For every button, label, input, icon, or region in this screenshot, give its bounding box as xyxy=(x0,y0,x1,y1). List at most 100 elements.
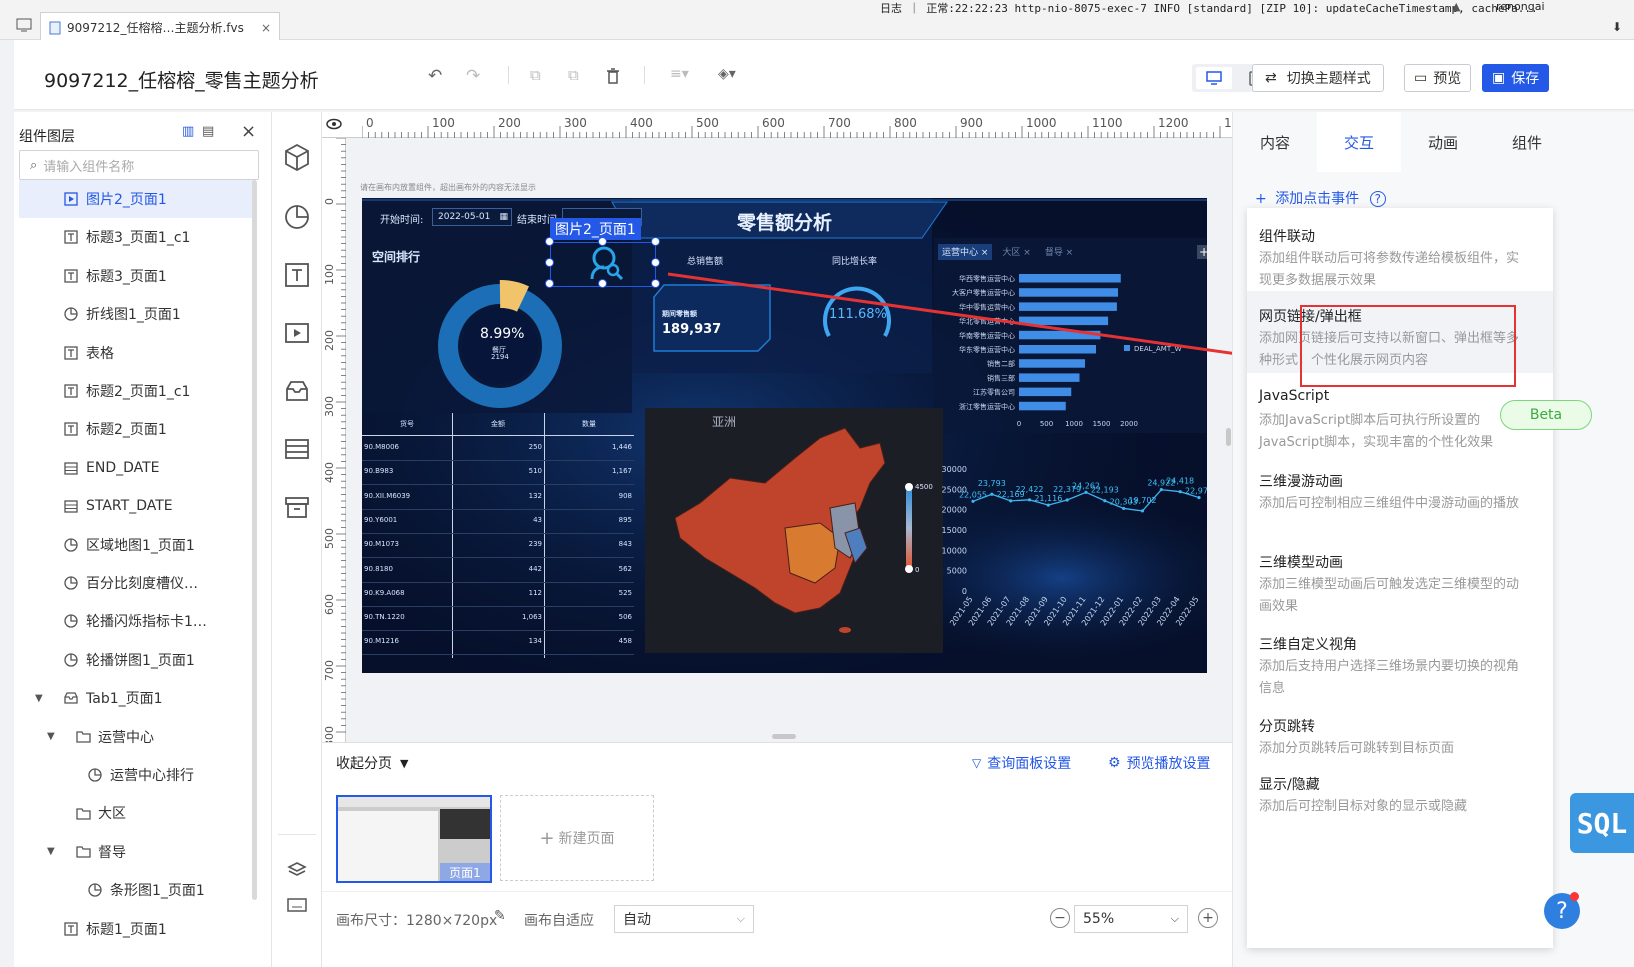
preview-play-settings-button[interactable]: ⚙ 预览播放设置 xyxy=(1108,753,1211,773)
edit-pencil-icon[interactable]: ✎ xyxy=(494,908,506,924)
browser-tab[interactable]: 9097212_任榕榕…主题分析.fvs × xyxy=(40,12,280,42)
expand-arrow-icon[interactable]: ▼ xyxy=(47,731,61,742)
rank-tab[interactable]: 运营中心 × xyxy=(938,244,993,260)
collapse-pages-button[interactable]: 收起分页 ▼ xyxy=(336,753,408,773)
menu-item-title[interactable]: 分页跳转 xyxy=(1259,716,1315,736)
layers-arrange-icon[interactable]: ◈▾ xyxy=(718,66,736,82)
download-icon[interactable]: ⬇ xyxy=(1612,20,1622,34)
rank-tab[interactable]: 督导 × xyxy=(1041,244,1077,260)
trash-icon[interactable] xyxy=(606,68,620,84)
resize-handle[interactable] xyxy=(651,279,660,288)
menu-item-title[interactable]: 显示/隐藏 xyxy=(1259,774,1320,794)
menu-item-title[interactable]: 三维自定义视角 xyxy=(1259,634,1357,654)
layer-item[interactable]: 标题2_页面1 xyxy=(19,410,256,448)
layer-item[interactable]: 运营中心排行 xyxy=(19,756,256,794)
resize-handle[interactable] xyxy=(598,279,607,288)
paste-icon[interactable]: ⧉ xyxy=(568,66,579,84)
table-row[interactable]: 90.K9.A068 112 525 xyxy=(362,583,634,607)
layer-item[interactable]: 折线图1_页面1 xyxy=(19,295,256,333)
tab-interaction[interactable]: 交互 xyxy=(1317,112,1401,172)
zoom-select[interactable]: 55% ⌵ xyxy=(1074,905,1188,933)
layer-item[interactable]: 区域地图1_页面1 xyxy=(19,526,256,564)
menu-item-title[interactable]: 三维漫游动画 xyxy=(1259,471,1343,491)
undo-icon[interactable]: ↶ xyxy=(428,66,442,86)
form-widget-icon[interactable] xyxy=(280,432,314,466)
layout-toggle-icon[interactable]: ▥ xyxy=(182,124,194,139)
zoom-out-icon[interactable]: − xyxy=(1050,908,1070,928)
layer-item[interactable]: 轮播饼图1_页面1 xyxy=(19,641,256,679)
save-button[interactable]: ▣ 保存 xyxy=(1482,64,1550,92)
close-panel-icon[interactable]: × xyxy=(241,121,256,142)
help-circle-icon[interactable]: ? xyxy=(1369,191,1387,207)
layer-item[interactable]: 轮播闪烁指标卡1… xyxy=(19,602,256,640)
layer-item[interactable]: 百分比刻度槽仪… xyxy=(19,564,256,602)
table-row[interactable]: 90.B983 510 1,167 xyxy=(362,461,634,486)
resize-handle[interactable] xyxy=(545,237,554,246)
menu-item-title[interactable]: 组件联动 xyxy=(1259,226,1315,246)
bell-icon[interactable]: ▲ xyxy=(1452,0,1460,13)
canvas-scrollbar-v[interactable] xyxy=(1226,428,1231,446)
resize-handle[interactable] xyxy=(545,258,554,267)
rank-tab[interactable]: 大区 × xyxy=(998,244,1034,260)
table-row[interactable]: 90.8180 442 562 xyxy=(362,559,634,583)
layer-item[interactable]: ▼ 督导 xyxy=(19,833,256,871)
container-widget-icon[interactable] xyxy=(280,374,314,408)
archive-widget-icon[interactable] xyxy=(280,490,314,524)
layer-item[interactable]: END_DATE xyxy=(19,449,256,487)
eye-icon[interactable] xyxy=(326,118,342,130)
keyboard-icon[interactable] xyxy=(280,888,314,922)
layer-item[interactable]: 大区 xyxy=(19,794,256,832)
table-row[interactable]: 90.M8006 250 1,446 xyxy=(362,437,634,461)
page-thumbnail-1[interactable]: 页面1 xyxy=(336,795,492,883)
layer-item[interactable]: ▼ Tab1_页面1 xyxy=(19,679,256,717)
layer-item[interactable]: ▼ 运营中心 xyxy=(19,718,256,756)
table-row[interactable]: 90.XII.M6039 132 908 xyxy=(362,486,634,510)
pie-chart-icon[interactable] xyxy=(280,200,314,234)
search-icon[interactable]: ⌕ xyxy=(1426,0,1433,15)
layer-item[interactable]: 表格 xyxy=(19,334,256,372)
query-panel-settings-button[interactable]: ▽ 查询面板设置 xyxy=(972,753,1071,773)
table-row[interactable]: 90.M1216 134 458 xyxy=(362,631,634,656)
menu-item-title[interactable]: JavaScript xyxy=(1259,388,1329,404)
menu-item-title[interactable]: 三维模型动画 xyxy=(1259,552,1343,572)
redo-icon[interactable]: ↷ xyxy=(466,66,480,86)
dashboard-canvas[interactable]: 开始时间: 2022-05-01 ▦ 结束时间 零售额分析 空间排行 8.99%… xyxy=(362,198,1207,673)
table-row[interactable]: 90.Y6001 43 895 xyxy=(362,510,634,534)
resize-handle[interactable] xyxy=(545,279,554,288)
table-row[interactable]: 90.TN.1220 1,063 506 xyxy=(362,607,634,632)
desktop-view-icon[interactable] xyxy=(1196,67,1232,89)
layer-item[interactable]: 条形图1_页面1 xyxy=(19,871,256,909)
close-tab-icon[interactable]: × xyxy=(261,21,271,35)
tab-component[interactable]: 组件 xyxy=(1485,112,1569,172)
media-widget-icon[interactable] xyxy=(280,316,314,350)
add-tab-icon[interactable]: + xyxy=(1197,245,1207,259)
layer-item[interactable]: 标题2_页面1_c1 xyxy=(19,372,256,410)
layers-icon[interactable] xyxy=(280,854,314,888)
layer-item[interactable]: 标题1_页面1 xyxy=(19,910,256,948)
zoom-in-icon[interactable]: + xyxy=(1198,908,1218,928)
layer-item[interactable]: 标题3_页面1 xyxy=(19,257,256,295)
layer-search-input[interactable]: ⌕ 请输入组件名称 xyxy=(19,150,259,180)
resize-handle[interactable] xyxy=(598,237,607,246)
switch-theme-button[interactable]: ⇄ 切换主题样式 xyxy=(1252,64,1384,92)
text-widget-icon[interactable] xyxy=(280,258,314,292)
layer-item[interactable]: 图片2_页面1 xyxy=(19,180,256,218)
layer-item[interactable]: 标题3_页面1_c1 xyxy=(19,218,256,256)
add-click-event-button[interactable]: + 添加点击事件 ? xyxy=(1255,188,1387,208)
copy-icon[interactable]: ⧉ xyxy=(530,66,541,84)
tab-content[interactable]: 内容 xyxy=(1233,112,1317,172)
sql-button[interactable]: SQL xyxy=(1570,793,1634,853)
start-date-field[interactable]: 2022-05-01 ▦ xyxy=(432,208,512,226)
new-page-button[interactable]: + 新建页面 xyxy=(500,795,654,881)
split-view-icon[interactable]: ▤ xyxy=(202,124,214,139)
window-icon[interactable] xyxy=(16,18,32,32)
canvas-fit-select[interactable]: 自动 ⌵ xyxy=(614,905,754,933)
expand-arrow-icon[interactable]: ▼ xyxy=(35,693,49,704)
tab-animation[interactable]: 动画 xyxy=(1401,112,1485,172)
resize-handle[interactable] xyxy=(651,258,660,267)
layer-item[interactable]: START_DATE xyxy=(19,487,256,525)
resize-handle[interactable] xyxy=(651,237,660,246)
3d-cube-icon[interactable] xyxy=(280,140,314,174)
username[interactable]: renongai xyxy=(1496,0,1545,13)
layer-scrollbar[interactable] xyxy=(252,180,257,900)
